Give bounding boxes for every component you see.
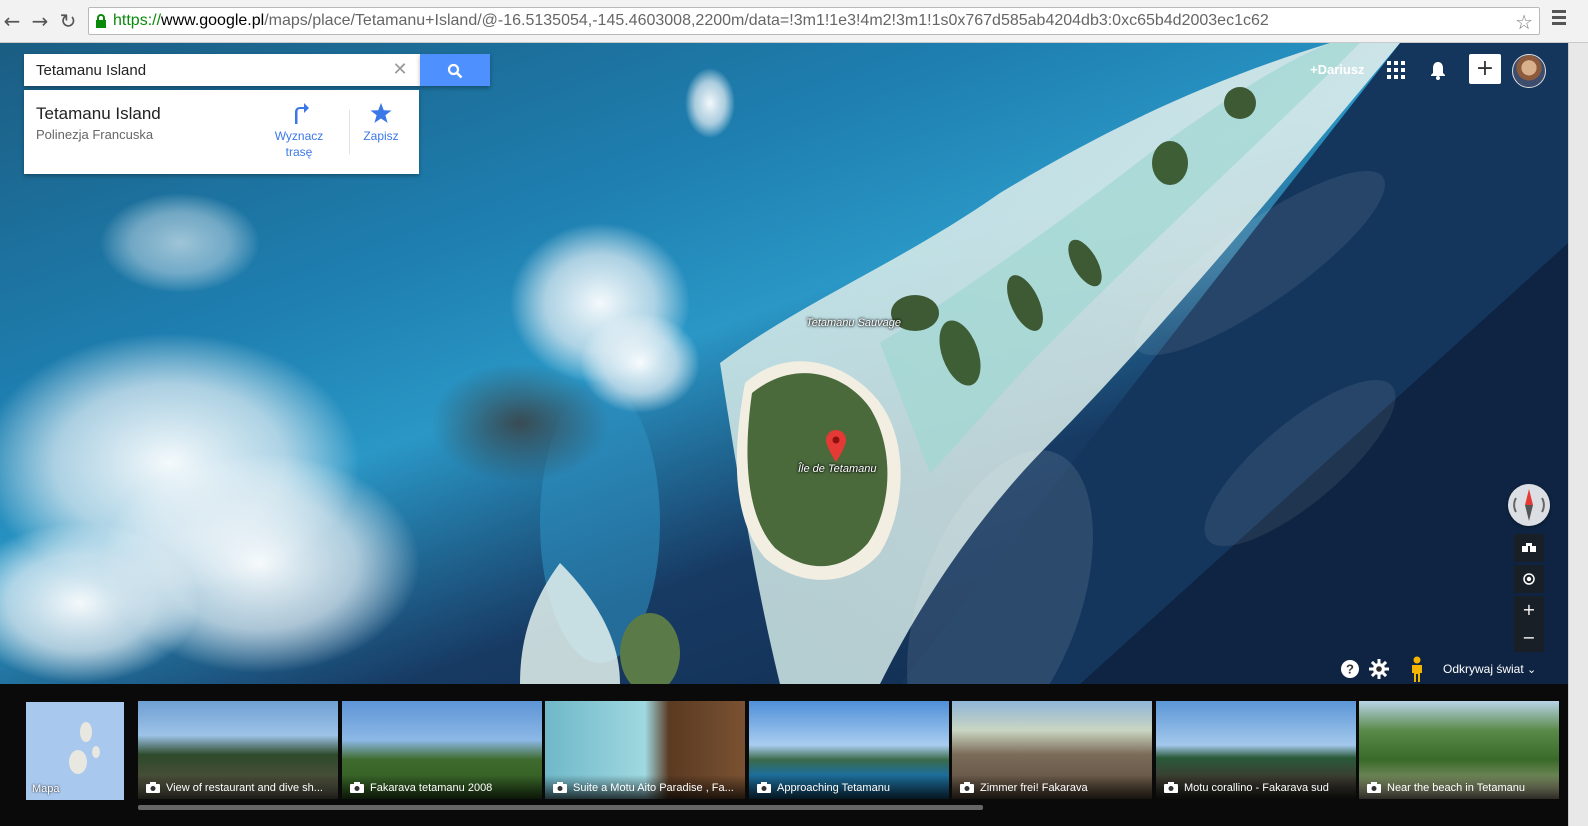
photo-caption: Fakarava tetamanu 2008	[370, 782, 493, 794]
photo-thumbnail[interactable]: Approaching Tetamanu	[749, 701, 949, 799]
location-marker-icon[interactable]	[826, 430, 846, 462]
zoom-in-button[interactable]: +	[1514, 596, 1544, 624]
map-thumbnail-label: Mapa	[32, 783, 60, 795]
directions-label-line1: Wyznacz	[274, 129, 324, 143]
chevron-down-icon: ⌄	[1527, 663, 1537, 676]
url-text[interactable]: https://www.google.pl/maps/place/Tetaman…	[113, 12, 1269, 30]
forward-arrow-icon[interactable]: →	[28, 9, 52, 33]
photo-caption: Motu corallino - Fakarava sud	[1184, 782, 1329, 794]
clear-search-icon[interactable]: ✕	[390, 60, 410, 80]
save-label: Zapisz	[363, 129, 399, 143]
gear-icon[interactable]	[1368, 658, 1390, 680]
my-location-icon	[1523, 573, 1535, 585]
lock-icon	[96, 14, 106, 28]
camera-icon	[553, 782, 567, 793]
photo-caption: Suite a Motu Aito Paradise , Fa...	[573, 782, 734, 794]
photo-caption: Near the beach in Tetamanu	[1387, 782, 1525, 794]
photo-tour-icon	[1522, 543, 1536, 552]
directions-button[interactable]: Wyznacz trasę	[264, 102, 334, 160]
directions-label-line2: trasę	[285, 145, 313, 159]
url-path: /maps/place/Tetamanu+Island/@-16.5135054…	[264, 12, 1269, 29]
camera-icon	[146, 782, 160, 793]
search-icon	[447, 63, 463, 79]
camera-icon	[960, 782, 974, 793]
photo-thumbnail[interactable]: Fakarava tetamanu 2008	[342, 701, 542, 799]
photo-thumbnail[interactable]: Suite a Motu Aito Paradise , Fa...	[545, 701, 745, 799]
camera-icon	[1367, 782, 1381, 793]
photo-caption: Approaching Tetamanu	[777, 782, 890, 794]
save-button[interactable]: Zapisz	[346, 102, 416, 144]
search-box: ✕	[24, 54, 420, 86]
help-icon[interactable]: ?	[1340, 659, 1360, 679]
explore-world-label: Odkrywaj świat	[1443, 662, 1524, 676]
place-title: Tetamanu Island	[36, 104, 161, 123]
photo-thumbnail[interactable]: Zimmer frei! Fakarava	[952, 701, 1152, 799]
photo-caption: View of restaurant and dive sh...	[166, 782, 323, 794]
search-input[interactable]	[36, 54, 386, 86]
share-plus-button[interactable]: +	[1469, 54, 1501, 84]
address-bar[interactable]: https://www.google.pl/maps/place/Tetaman…	[88, 7, 1540, 35]
browser-menu-icon[interactable]	[1552, 10, 1568, 30]
camera-icon	[757, 782, 771, 793]
map-label-ile-de-tetamanu[interactable]: Île de Tetamanu	[798, 463, 876, 475]
photo-thumbnail[interactable]: Near the beach in Tetamanu	[1359, 701, 1559, 799]
user-profile-link[interactable]: +Dariusz	[1310, 62, 1365, 77]
bookmark-star-icon[interactable]: ☆	[1515, 10, 1533, 35]
window-scrollbar[interactable]	[1568, 43, 1588, 826]
directions-icon	[295, 103, 309, 124]
reload-icon[interactable]: ↻	[56, 9, 80, 33]
place-subtitle: Polinezja Francuska	[36, 127, 154, 142]
camera-icon	[350, 782, 364, 793]
zoom-out-button[interactable]: −	[1514, 624, 1544, 652]
camera-icon	[1164, 782, 1178, 793]
filmstrip-scrollbar[interactable]	[138, 805, 983, 810]
my-location-button[interactable]	[1514, 565, 1544, 593]
search-button[interactable]	[420, 54, 490, 86]
apps-grid-icon[interactable]	[1387, 61, 1405, 79]
pegman-street-view-icon[interactable]	[1409, 656, 1425, 682]
star-icon	[370, 102, 392, 123]
map-view-thumbnail[interactable]: Mapa	[26, 702, 124, 800]
notifications-bell-icon[interactable]	[1428, 60, 1448, 80]
svg-text:?: ?	[1346, 662, 1354, 677]
photo-caption: Zimmer frei! Fakarava	[980, 782, 1088, 794]
photo-thumbnail[interactable]: View of restaurant and dive sh...	[138, 701, 338, 799]
photo-thumbnail[interactable]: Motu corallino - Fakarava sud	[1156, 701, 1356, 799]
back-arrow-icon[interactable]: ←	[0, 9, 24, 33]
browser-toolbar: ← → ↻ https://www.google.pl/maps/place/T…	[0, 0, 1588, 43]
avatar[interactable]	[1512, 54, 1546, 88]
compass-control[interactable]	[1508, 484, 1550, 526]
url-host: www.google.pl	[161, 12, 265, 29]
photo-tour-button[interactable]	[1514, 534, 1544, 562]
map-label-tetamanu-sauvage[interactable]: Tetamanu Sauvage	[806, 317, 901, 329]
place-card: Tetamanu Island Polinezja Francuska Wyzn…	[24, 90, 419, 174]
url-protocol: https://	[113, 12, 162, 29]
explore-world-button[interactable]: Odkrywaj świat ⌄	[1443, 662, 1536, 676]
compass-icon	[1513, 489, 1545, 521]
